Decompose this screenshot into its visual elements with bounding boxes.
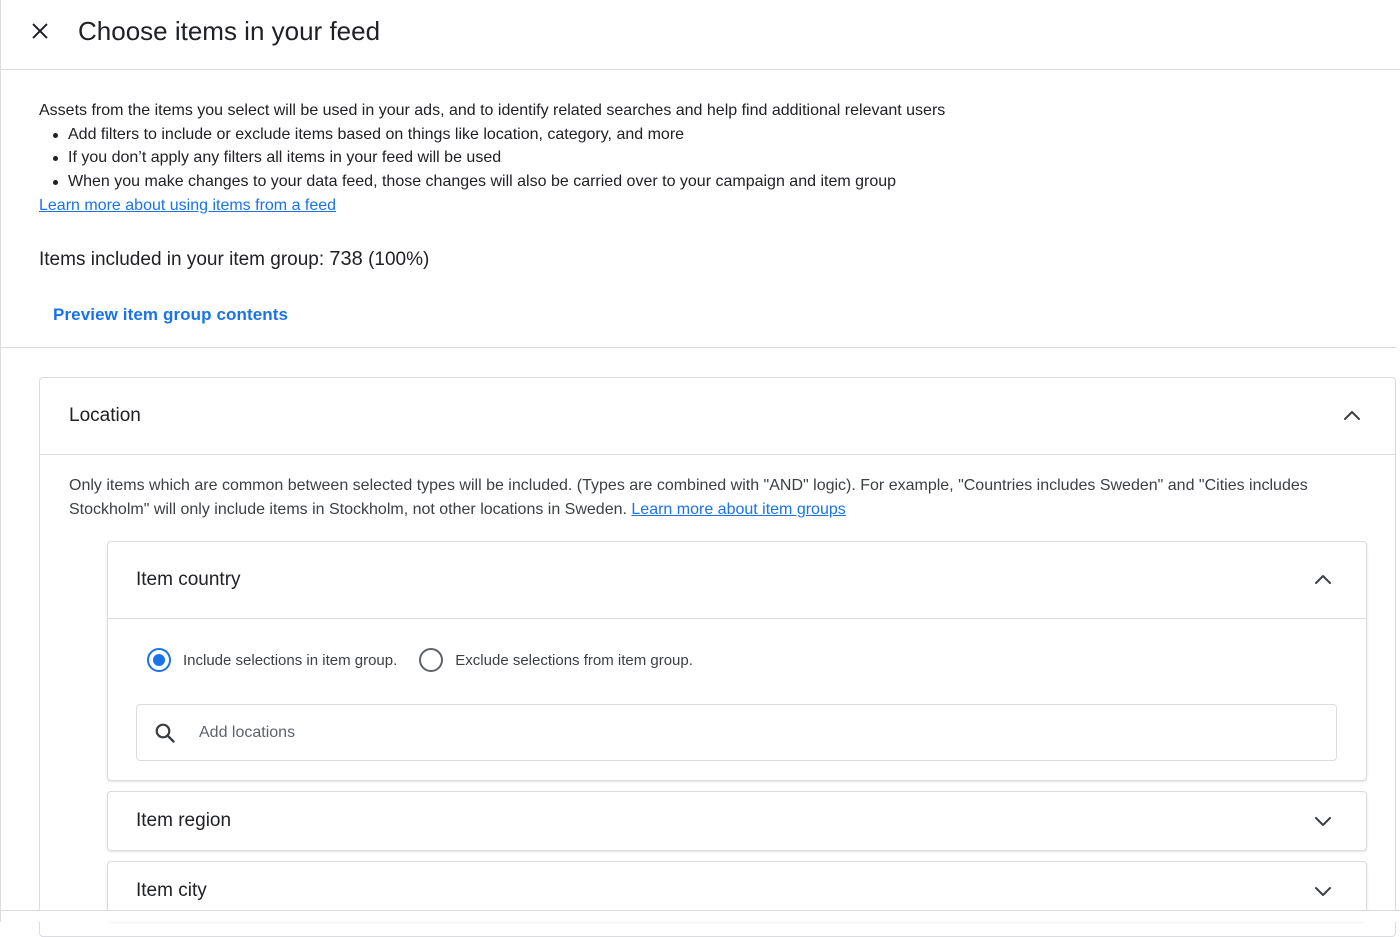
item-count-value: 738 — [329, 248, 363, 270]
intro-bullets: Add filters to include or exclude items … — [39, 123, 1359, 194]
item-country-divider — [108, 618, 1366, 619]
item-country-title: Item country — [136, 569, 241, 590]
close-button[interactable] — [23, 14, 57, 48]
item-region-panel[interactable]: Item region — [107, 791, 1367, 851]
add-locations-search[interactable] — [136, 704, 1337, 761]
preview-item-group-button[interactable]: Preview item group contents — [39, 298, 302, 332]
include-radio-label: Include selections in item group. — [183, 651, 398, 669]
location-description: Only items which are common between sele… — [69, 474, 1359, 521]
footer-area — [1, 911, 1400, 922]
location-panel-header[interactable]: Location — [40, 378, 1395, 455]
learn-more-item-groups-link[interactable]: Learn more about item groups — [631, 501, 845, 518]
item-count-percent: (100%) — [368, 249, 430, 270]
dialog: Choose items in your feed Assets from th… — [0, 0, 1400, 937]
chevron-up-icon[interactable] — [1311, 568, 1335, 592]
chevron-up-icon[interactable] — [1340, 404, 1364, 428]
learn-more-feed-link[interactable]: Learn more about using items from a feed — [39, 197, 336, 214]
exclude-radio[interactable]: Exclude selections from item group. — [419, 648, 693, 672]
add-locations-input[interactable] — [199, 705, 1319, 760]
close-icon — [32, 23, 48, 39]
chevron-down-icon[interactable] — [1311, 809, 1335, 833]
item-region-title: Item region — [136, 810, 232, 831]
intro-section: Assets from the items you select will be… — [39, 99, 1359, 218]
radio-checked-icon — [147, 648, 171, 672]
radio-unchecked-icon — [419, 648, 444, 672]
intro-bullet: If you don’t apply any filters all items… — [39, 146, 1359, 170]
intro-bullet: When you make changes to your data feed,… — [39, 170, 1359, 194]
location-panel-title: Location — [69, 405, 141, 426]
search-icon — [155, 723, 175, 743]
dialog-header: Choose items in your feed — [1, 0, 1400, 70]
include-radio[interactable]: Include selections in item group. — [147, 648, 397, 672]
page-title: Choose items in your feed — [78, 16, 381, 46]
include-exclude-radio-group: Include selections in item group. Exclud… — [147, 648, 715, 672]
intro-bullet: Add filters to include or exclude items … — [39, 123, 1359, 147]
item-country-header[interactable]: Item country — [108, 542, 1366, 619]
section-divider — [1, 347, 1397, 348]
item-count-summary: Items included in your item group: 738 (… — [39, 248, 429, 271]
exclude-radio-label: Exclude selections from item group. — [455, 651, 693, 669]
item-country-panel: Item country Include selections in item … — [107, 541, 1367, 781]
location-panel: Location Only items which are common bet… — [39, 377, 1396, 937]
item-count-label: Items included in your item group: — [39, 249, 325, 270]
intro-lead: Assets from the items you select will be… — [39, 102, 946, 119]
chevron-down-icon[interactable] — [1311, 879, 1335, 903]
item-city-title: Item city — [136, 880, 207, 901]
footer-divider — [1, 910, 1400, 911]
